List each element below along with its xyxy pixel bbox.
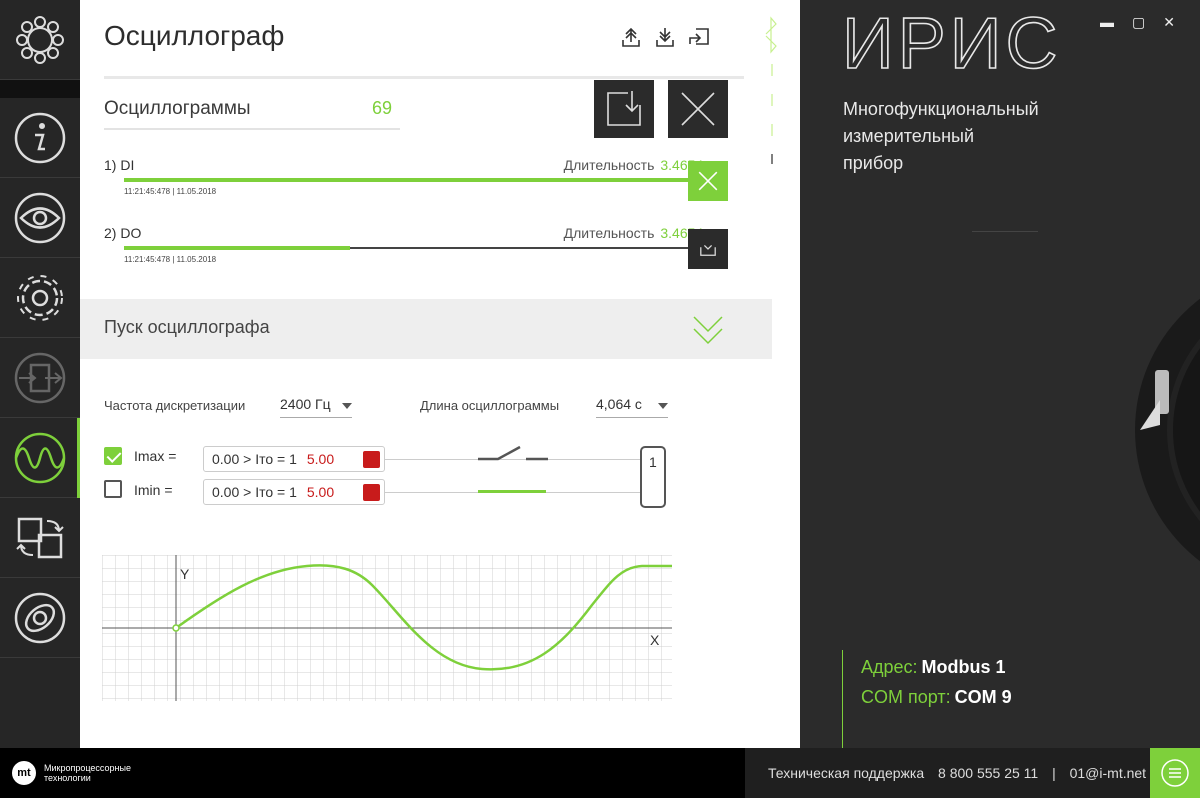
maximize-icon[interactable]: ▢	[1132, 14, 1145, 31]
support-email[interactable]: 01@i-mt.net	[1070, 765, 1146, 781]
device-panel: ИРИС ▬ ▢ ✕ Многофункциональный измерител…	[800, 0, 1200, 748]
launch-panel-header[interactable]: Пуск осциллографа	[80, 299, 772, 359]
imax-color-swatch[interactable]	[363, 451, 380, 468]
eye-icon	[14, 192, 66, 243]
company-brand: mt Микропроцессорные технологии	[12, 761, 164, 785]
oscillogram-progress-fill	[124, 178, 690, 182]
nav-exchange[interactable]	[0, 498, 80, 578]
upload-icon[interactable]	[620, 26, 642, 48]
device-subtitle: Многофункциональный измерительный прибор	[843, 99, 1039, 173]
minimize-icon[interactable]: ▬	[1100, 14, 1114, 31]
gear-icon	[17, 274, 63, 321]
support-label: Техническая поддержка	[768, 765, 925, 781]
load-oscillogram-button[interactable]	[594, 80, 654, 138]
oscillogram-progress-track	[124, 178, 690, 182]
support-phone[interactable]: 8 800 555 25 11	[938, 765, 1038, 781]
imax-condition-field[interactable]: 0.00 > Іто = 1 5.00	[203, 446, 385, 472]
signal-graph: Y X	[102, 555, 672, 701]
oscillogram-name: 1) DI	[104, 157, 135, 173]
modbus-address: Адрес: Modbus 1	[861, 657, 1006, 677]
com-port: COM порт: COM 9	[861, 687, 1012, 707]
window-controls: ▬ ▢ ✕	[1100, 14, 1175, 31]
sine-wave-icon	[14, 432, 66, 483]
page-title: Осциллограф	[104, 20, 285, 51]
close-icon	[681, 92, 715, 126]
nav-monitor[interactable]	[0, 178, 80, 258]
chat-button[interactable]	[1150, 748, 1200, 798]
oscillograms-count: 69	[372, 98, 393, 118]
nav-settings[interactable]	[0, 258, 80, 338]
graph-x-label: X	[650, 632, 660, 648]
download-icon[interactable]	[654, 26, 676, 48]
nav-oscillograph[interactable]	[0, 418, 80, 498]
chevron-down-icon[interactable]	[692, 313, 724, 347]
oscillogram-row-2[interactable]: 2) DO Длительность3.4654 сек 11:21:45:47…	[104, 225, 728, 270]
flower-logo-icon	[16, 15, 64, 64]
iris-logo: ИРИС	[842, 10, 1062, 74]
info-icon	[14, 112, 66, 163]
chevron-down-icon	[342, 403, 352, 409]
switch-closed-indicator	[478, 490, 546, 493]
imax-checkbox[interactable]	[104, 447, 122, 465]
imin-color-swatch[interactable]	[363, 484, 380, 501]
oscillogram-timestamp: 11:21:45:478 | 11.05.2018	[124, 187, 217, 196]
switch-open-icon	[478, 445, 548, 461]
launch-panel-title: Пуск осциллографа	[104, 317, 270, 337]
company-logo-icon: mt	[12, 761, 36, 785]
length-label: Длина осциллограммы	[420, 398, 560, 413]
header-toolbar	[620, 26, 710, 48]
sidebar-nav	[0, 0, 80, 748]
oscillograms-label: Осциллограммы	[104, 98, 251, 119]
delete-oscillogram-1-button[interactable]	[688, 161, 728, 201]
oscillogram-progress-fill	[124, 246, 351, 250]
oscillogram-row-1[interactable]: 1) DI Длительность3.4654 сек 11:21:45:47…	[104, 157, 728, 202]
download-oscillogram-2-button[interactable]	[688, 229, 728, 269]
oscillogram-progress-track	[124, 246, 690, 250]
logic-block[interactable]: 1	[640, 446, 666, 508]
main-panel: Осциллограф Осциллограммы 69 1) DI Длите…	[80, 0, 800, 748]
connection-accent-line	[842, 650, 843, 748]
imin-checkbox[interactable]	[104, 480, 122, 498]
svg-text:ИРИС: ИРИС	[842, 10, 1062, 74]
oscillogram-timestamp: 11:21:45:478 | 11.05.2018	[124, 255, 217, 264]
sampling-select[interactable]: 2400 Гц	[280, 396, 352, 418]
delete-all-button[interactable]	[668, 80, 728, 138]
chat-icon	[1161, 759, 1189, 787]
nav-diagnostics[interactable]	[0, 578, 80, 658]
subtitle-divider	[972, 231, 1038, 232]
exchange-icon	[16, 517, 64, 558]
globe-icon	[14, 592, 66, 643]
sampling-label: Частота дискретизации	[104, 398, 246, 413]
imin-condition-field[interactable]: 0.00 > Іто = 1 5.00	[203, 479, 385, 505]
close-icon	[698, 171, 718, 191]
device-image	[1135, 298, 1200, 562]
nav-io[interactable]	[0, 338, 80, 418]
imin-label: Imin =	[134, 482, 173, 498]
load-icon	[607, 91, 641, 126]
chevron-down-icon	[658, 403, 668, 409]
export-icon[interactable]	[688, 26, 710, 48]
footer: mt Микропроцессорные технологии Техническ…	[0, 748, 1200, 798]
close-icon[interactable]: ✕	[1163, 14, 1175, 31]
oscillogram-name: 2) DO	[104, 225, 142, 241]
inout-icon	[14, 352, 66, 403]
imax-label: Imax =	[134, 448, 177, 464]
header-divider	[104, 76, 744, 79]
download-icon	[700, 244, 716, 256]
bluetooth-indicator	[765, 16, 777, 164]
support-info: Техническая поддержка 8 800 555 25 11 | …	[768, 765, 1147, 781]
nav-home[interactable]	[0, 0, 80, 80]
graph-y-label: Y	[180, 566, 190, 582]
nav-info[interactable]	[0, 98, 80, 178]
length-select[interactable]: 4,064 с	[596, 396, 668, 418]
oscillograms-underline	[104, 128, 400, 130]
app-window: Осциллограф Осциллограммы 69 1) DI Длите…	[0, 0, 1200, 798]
